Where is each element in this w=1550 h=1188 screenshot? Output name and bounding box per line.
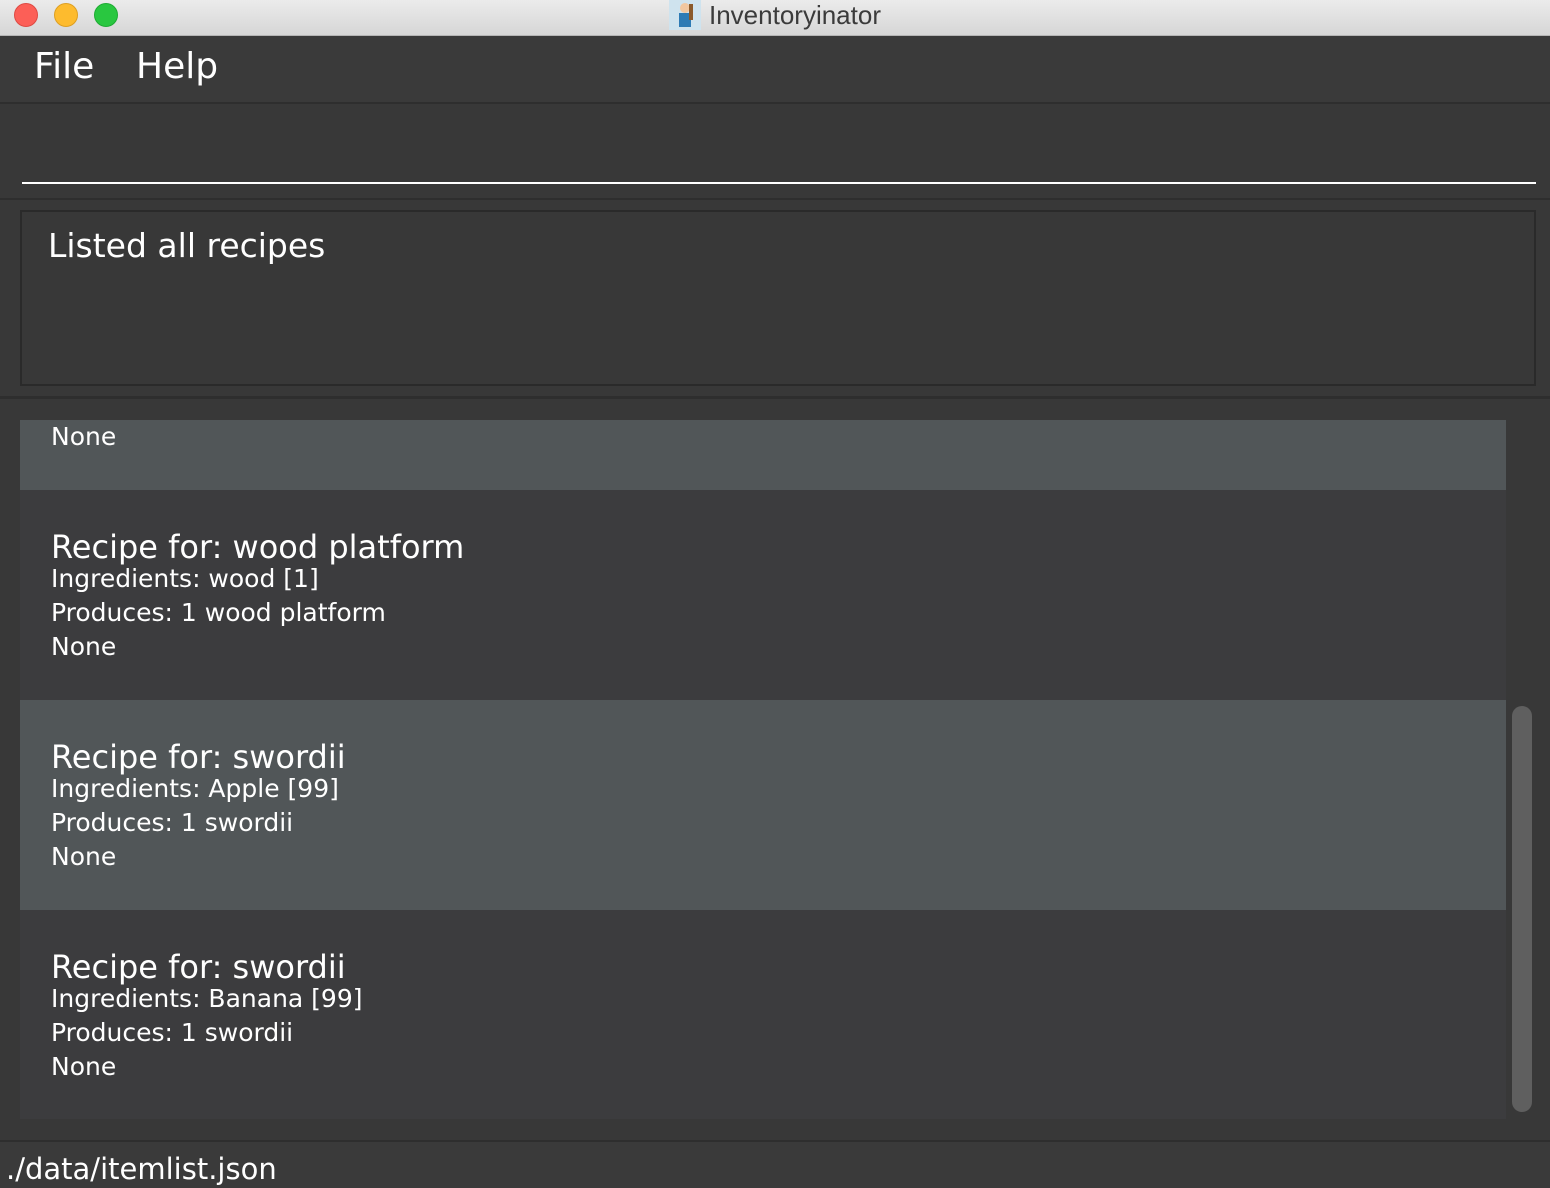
window-title-group: Inventoryinator [0,0,1550,30]
result-display: Listed all recipes [20,210,1536,386]
save-file-path: ./data/itemlist.json [6,1152,277,1186]
menu-file[interactable]: File [34,46,94,87]
result-message: Listed all recipes [48,226,326,265]
recipe-note: None [51,632,117,661]
recipe-produces: Produces: 1 swordii [51,808,294,837]
recipe-ingredients: Ingredients: Apple [99] [51,774,339,803]
recipe-name: Recipe for: wood platform [51,528,465,566]
menu-help[interactable]: Help [136,46,218,87]
command-box-panel [0,104,1550,201]
recipe-ingredients: Ingredients: wood [1] [51,564,319,593]
recipe-note: None [51,1052,117,1081]
recipe-name: Recipe for: swordii [51,738,346,776]
title-bar: Inventoryinator [0,0,1550,36]
recipe-list-panel: None Recipe for: wood platform Ingredien… [0,399,1550,1140]
recipe-ingredients: Ingredients: Banana [99] [51,984,363,1013]
recipe-card[interactable]: Recipe for: swordii Ingredients: Banana … [20,910,1506,1119]
window-title: Inventoryinator [709,0,881,30]
recipe-note: None [51,842,117,871]
recipe-card[interactable]: Recipe for: swordii Ingredients: Apple [… [20,700,1506,910]
result-display-panel: Listed all recipes [0,200,1550,399]
recipe-card[interactable]: None [20,420,1506,490]
recipe-note: None [51,422,117,451]
recipe-name: Recipe for: swordii [51,948,346,986]
command-input[interactable] [22,132,1536,184]
recipe-card[interactable]: Recipe for: wood platform Ingredients: w… [20,490,1506,700]
recipe-list[interactable]: None Recipe for: wood platform Ingredien… [20,420,1506,1119]
recipe-produces: Produces: 1 swordii [51,1018,294,1047]
inventoryinator-app-icon [669,0,701,30]
menu-bar: File Help [0,36,1550,104]
recipe-produces: Produces: 1 wood platform [51,598,386,627]
status-bar: ./data/itemlist.json [0,1140,1550,1188]
list-scrollbar-thumb[interactable] [1512,706,1532,1112]
